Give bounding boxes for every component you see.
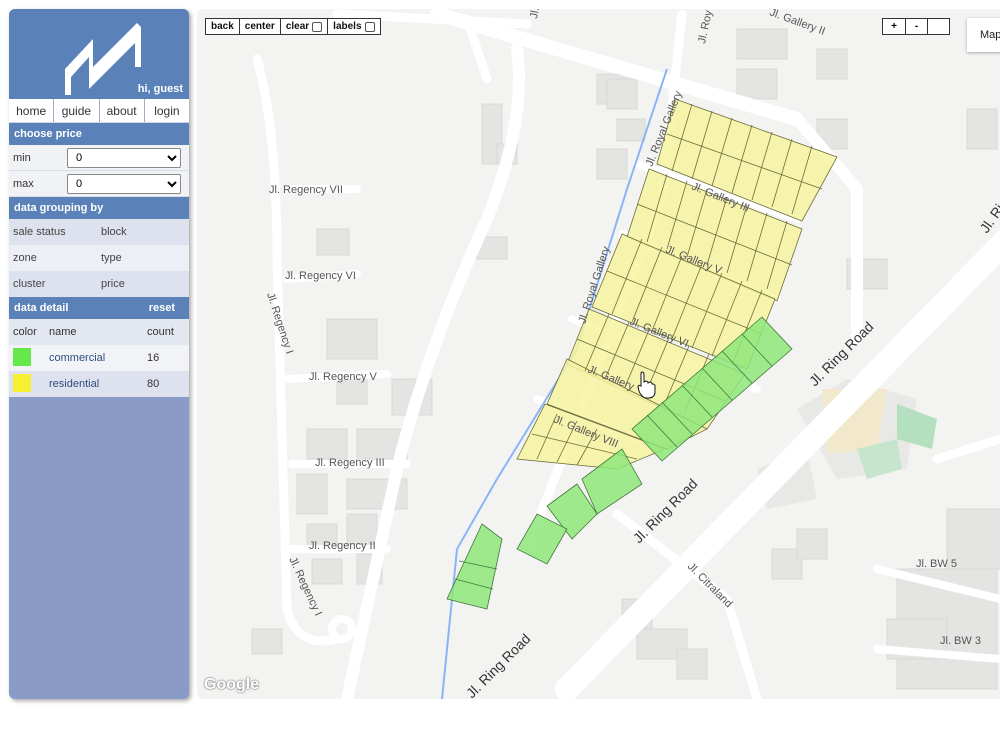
- price-max-select[interactable]: 0: [67, 173, 181, 194]
- price-min-label: min: [13, 151, 31, 164]
- price-min-select[interactable]: 0: [67, 147, 181, 168]
- zoom-in-button[interactable]: +: [883, 19, 905, 34]
- nav-home[interactable]: home: [9, 99, 53, 122]
- zoom-out-button[interactable]: -: [905, 19, 927, 34]
- labels-checkbox[interactable]: [364, 21, 375, 32]
- count-cell: 80: [147, 378, 160, 390]
- color-cell: [13, 347, 49, 369]
- nav-login[interactable]: login: [143, 99, 189, 122]
- detail-row-commercial[interactable]: commercial 16: [9, 345, 189, 371]
- group-price[interactable]: price: [101, 278, 189, 290]
- detail-section-title: data detail reset: [9, 297, 189, 319]
- group-sale-status[interactable]: sale status: [13, 226, 101, 238]
- detail-section-label: data detail: [14, 302, 69, 314]
- nav-guide[interactable]: guide: [53, 99, 98, 122]
- label-regency-iii: Jl. Regency III: [315, 457, 385, 469]
- price-max-label: max: [13, 177, 34, 190]
- map-type-control[interactable]: Map: [967, 18, 1000, 52]
- price-section-label: choose price: [14, 128, 82, 140]
- google-attribution[interactable]: Google: [204, 676, 259, 694]
- map-type-label: Map: [980, 29, 1000, 41]
- label-top-a: Jl. N: [528, 9, 544, 20]
- greeting-text: hi, guest: [137, 83, 183, 95]
- grouping-options: sale status block zone type cluster pric…: [9, 219, 189, 297]
- group-type[interactable]: type: [101, 252, 189, 264]
- clear-button[interactable]: clear: [279, 19, 327, 34]
- count-cell: 16: [147, 352, 160, 364]
- grouping-section-title: data grouping by: [9, 197, 189, 219]
- clear-label: clear: [285, 21, 310, 32]
- color-swatch-residential: [13, 373, 31, 392]
- sidebar: hi, guest home guide about login choose …: [9, 9, 189, 699]
- label-ring-road-mid: Jl. Ring Road: [630, 475, 701, 546]
- group-cluster[interactable]: cluster: [13, 278, 101, 290]
- column-count: count: [147, 326, 174, 338]
- zoom-extra-button[interactable]: [927, 19, 949, 34]
- label-top-right: Jl. Ri: [976, 201, 1000, 236]
- price-min-row: min 0: [9, 145, 189, 171]
- label-bw5: Jl. BW 5: [916, 558, 957, 570]
- label-regency-ii: Jl. Regency II: [309, 540, 376, 552]
- name-cell: residential: [49, 378, 100, 390]
- price-max-row: max 0: [9, 171, 189, 197]
- grouping-row: cluster price: [9, 271, 189, 297]
- main-nav: home guide about login: [9, 99, 189, 123]
- price-section-title: choose price: [9, 123, 189, 145]
- name-cell: commercial: [49, 352, 106, 364]
- brand-header: hi, guest: [9, 9, 189, 99]
- group-zone[interactable]: zone: [13, 252, 101, 264]
- back-label: back: [211, 21, 234, 32]
- color-swatch-commercial: [13, 347, 31, 366]
- center-button[interactable]: center: [238, 19, 280, 34]
- label-top-b: Jl. Roy: [696, 9, 715, 45]
- detail-row-residential[interactable]: residential 80: [9, 371, 189, 397]
- label-citraland: Jl. Citraland: [685, 561, 735, 611]
- label-regency-vi: Jl. Regency VI: [285, 270, 356, 282]
- column-name: name: [49, 326, 77, 338]
- grouping-row: zone type: [9, 245, 189, 271]
- clear-checkbox[interactable]: [312, 21, 323, 32]
- nav-about[interactable]: about: [98, 99, 144, 122]
- column-color: color: [13, 326, 37, 338]
- labels-label: labels: [333, 21, 362, 32]
- roundabout: [328, 615, 356, 643]
- grouping-row: sale status block: [9, 219, 189, 245]
- group-block[interactable]: block: [101, 226, 189, 238]
- color-cell: [13, 373, 49, 395]
- reset-button[interactable]: reset: [149, 302, 175, 314]
- label-regency-v: Jl. Regency V: [309, 371, 378, 383]
- label-bw3: Jl. BW 3: [940, 635, 981, 647]
- labels-button[interactable]: labels: [327, 19, 379, 34]
- center-label: center: [244, 21, 275, 32]
- map-toolbar: back center clear labels: [205, 18, 381, 35]
- label-ring-road-bottom: Jl. Ring Road: [463, 630, 534, 699]
- grouping-section-label: data grouping by: [14, 202, 104, 214]
- map-base: Jl. Regency VII Jl. Regency VI Jl. Regen…: [251, 9, 1000, 699]
- back-button[interactable]: back: [206, 19, 239, 34]
- label-regency-vii: Jl. Regency VII: [269, 184, 343, 196]
- detail-table-header: color name count: [9, 319, 189, 345]
- map-canvas[interactable]: Jl. Regency VII Jl. Regency VI Jl. Regen…: [197, 9, 1000, 699]
- zoom-controls: + -: [882, 18, 950, 35]
